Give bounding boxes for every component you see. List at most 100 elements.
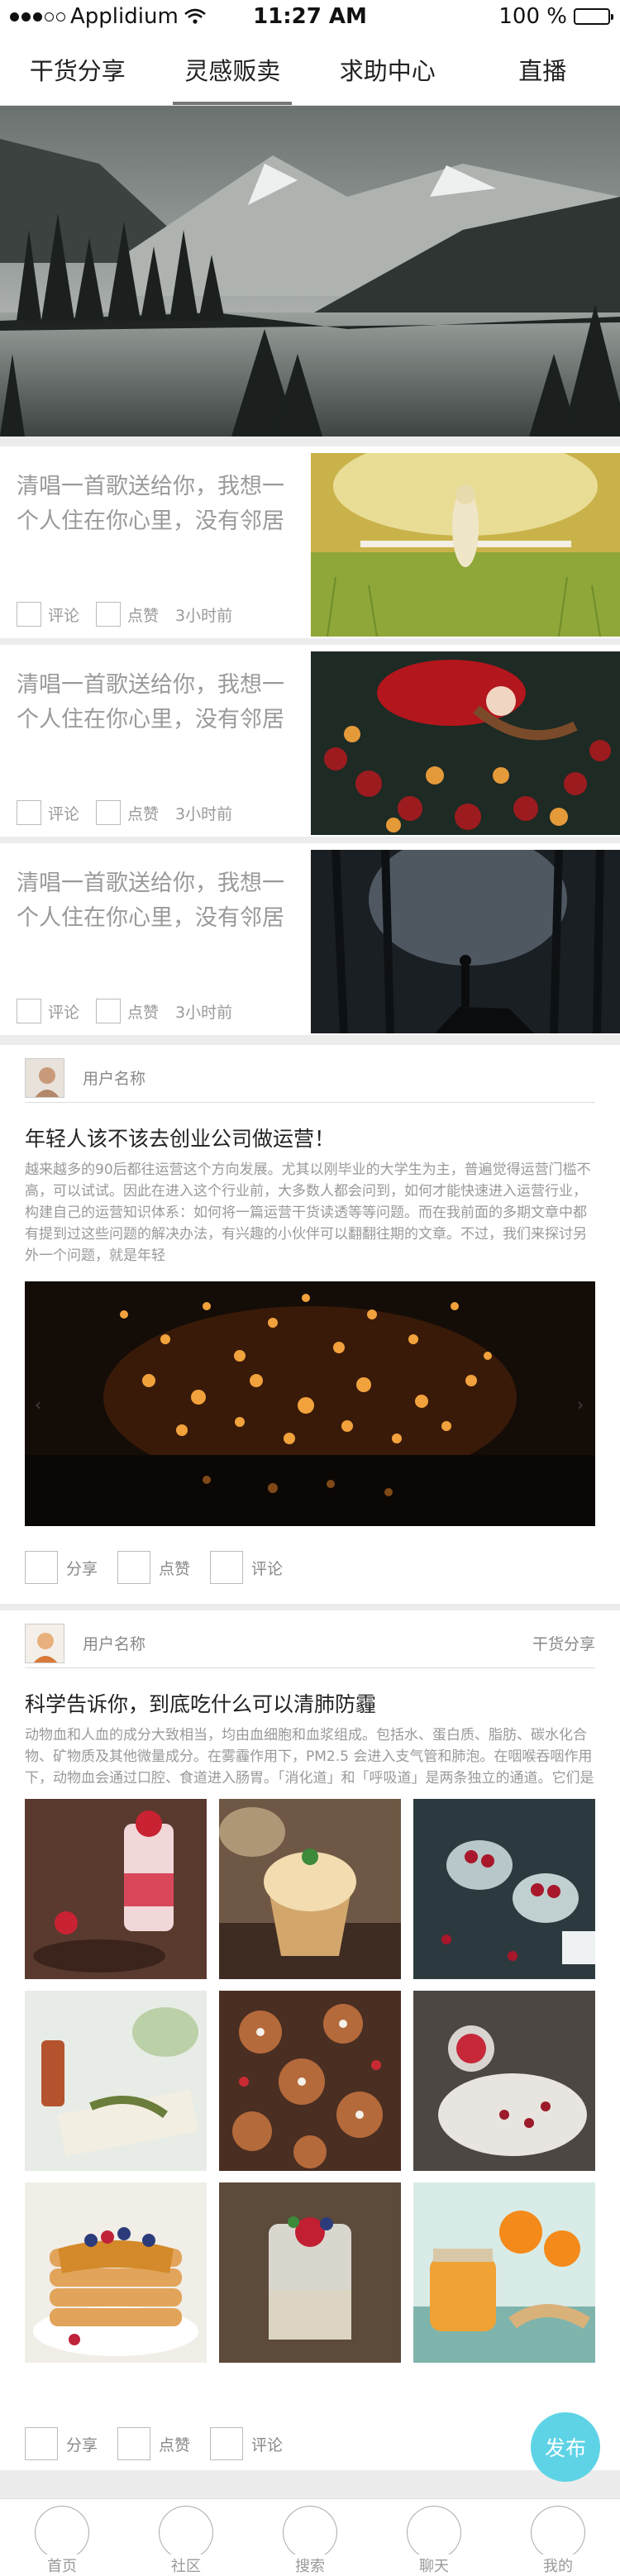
woman-with-roses-photo[interactable] (311, 651, 620, 835)
username[interactable]: 用户名称 (83, 1066, 595, 1089)
article-meta: 评论 点赞 3小时前 (17, 800, 232, 825)
avatar[interactable] (25, 1057, 64, 1098)
svg-text:‹: ‹ (35, 1395, 41, 1414)
post-title[interactable]: 年轻人该不该去创业公司做运营！ (25, 1123, 335, 1152)
nav-item-search[interactable]: 搜索 (248, 2499, 372, 2576)
post-title[interactable]: 科学告诉你，到底吃什么可以清肺防霾 (25, 1688, 376, 1718)
article-meta: 评论 点赞 3小时前 (17, 999, 232, 1023)
profile-icon (531, 2506, 585, 2559)
share-button[interactable]: 分享 (25, 2427, 98, 2460)
battery-icon (574, 8, 613, 25)
status-bar: Applidium 11:27 AM 100 % (0, 0, 620, 33)
post-body: 动物血和人血的成分大致相当，均由血细胞和血浆组成。包括水、蛋白质、脂肪、碳水化合… (25, 1727, 594, 1787)
nav-label: 搜索 (292, 2555, 328, 2576)
image-gallery (25, 1799, 595, 2363)
like-label: 点赞 (127, 1003, 160, 1022)
comment-label: 评论 (251, 1559, 284, 1578)
like-button[interactable]: 点赞 (117, 2427, 190, 2460)
cupcake-photo[interactable] (219, 1799, 401, 1979)
man-in-misty-forest-photo[interactable] (311, 850, 620, 1033)
home-icon (35, 2506, 89, 2559)
chat-icon (407, 2506, 461, 2559)
comment-label: 评论 (48, 1003, 80, 1022)
comment-label: 评论 (48, 804, 80, 823)
like-checkbox-icon (117, 2427, 151, 2460)
nav-label: 聊天 (416, 2555, 452, 2576)
nav-label: 社区 (168, 2555, 204, 2576)
community-icon (159, 2506, 213, 2559)
comment-checkbox-icon[interactable] (17, 602, 41, 627)
comment-checkbox-icon[interactable] (17, 800, 41, 825)
chia-pudding-photo[interactable] (219, 2182, 401, 2363)
post-header: 用户名称 (25, 1057, 595, 1103)
berry-pancakes-photo[interactable] (25, 2182, 207, 2363)
book-and-bottle-photo[interactable] (25, 1991, 207, 2171)
comment-label: 评论 (48, 606, 80, 625)
nav-item-chat[interactable]: 聊天 (372, 2499, 496, 2576)
article-text: 清唱一首歌送给你，我想一个人住在你心里，没有邻居 (17, 672, 284, 732)
share-button[interactable]: 分享 (25, 1551, 98, 1584)
like-checkbox-icon[interactable] (96, 800, 122, 825)
bottom-nav: 首页 社区 搜索 聊天 我的 (0, 2498, 620, 2576)
publish-button[interactable]: 发布 (531, 2412, 600, 2482)
hero-banner-image[interactable] (0, 106, 620, 436)
category-label[interactable]: 干货分享 (532, 1632, 595, 1654)
tab-live[interactable]: 直播 (465, 33, 620, 105)
article-item[interactable]: 清唱一首歌送给你，我想一个人住在你心里，没有邻居 评论 点赞 3小时前 (0, 645, 620, 837)
carrier-name: Applidium (70, 4, 179, 29)
like-label: 点赞 (159, 1559, 191, 1578)
post-time: 3小时前 (175, 1003, 233, 1022)
nav-label: 首页 (44, 2555, 80, 2576)
post-time: 3小时前 (175, 606, 233, 625)
tab-help-center[interactable]: 求助中心 (310, 33, 465, 105)
nav-label: 我的 (540, 2555, 576, 2576)
signal-icon (10, 12, 65, 21)
orange-jam-photo[interactable] (413, 2182, 595, 2363)
comment-button[interactable]: 评论 (210, 2427, 283, 2460)
like-checkbox-icon (117, 1551, 151, 1584)
share-label: 分享 (66, 1559, 98, 1578)
like-checkbox-icon[interactable] (96, 999, 122, 1023)
nav-item-community[interactable]: 社区 (124, 2499, 248, 2576)
nav-item-home[interactable]: 首页 (0, 2499, 124, 2576)
share-label: 分享 (66, 2435, 98, 2454)
like-label: 点赞 (127, 804, 160, 823)
status-right: 100 % (498, 4, 613, 29)
comment-button[interactable]: 评论 (210, 1551, 283, 1584)
nav-item-profile[interactable]: 我的 (496, 2499, 620, 2576)
share-checkbox-icon (25, 1551, 58, 1584)
battery-percent: 100 % (498, 4, 567, 29)
like-label: 点赞 (159, 2435, 191, 2454)
article-text: 清唱一首歌送给你，我想一个人住在你心里，没有邻居 (17, 474, 284, 534)
like-button[interactable]: 点赞 (117, 1551, 190, 1584)
article-text: 清唱一首歌送给你，我想一个人住在你心里，没有邻居 (17, 871, 284, 931)
post-card[interactable]: 用户名称 年轻人该不该去创业公司做运营！ 越来越多的90后都往运营这个方向发展。… (0, 1045, 620, 1604)
article-item[interactable]: 清唱一首歌送给你，我想一个人住在你心里，没有邻居 评论 点赞 3小时前 (0, 843, 620, 1035)
post-body: 越来越多的90后都往运营这个方向发展。尤其以刚毕业的大学生为主，普遍觉得运营门槛… (25, 1162, 591, 1264)
article-item[interactable]: 清唱一首歌送给你，我想一个人住在你心里，没有邻居 评论 点赞 3小时前 (0, 446, 620, 638)
svg-text:›: › (577, 1395, 584, 1414)
tab-inspiration[interactable]: 灵感贩卖 (155, 33, 311, 105)
share-checkbox-icon (25, 2427, 58, 2460)
comment-checkbox-icon (210, 2427, 244, 2460)
girl-in-field-photo[interactable] (311, 453, 620, 637)
like-label: 点赞 (127, 606, 160, 625)
top-tabs: 干货分享 灵感贩卖 求助中心 直播 (0, 33, 620, 106)
like-checkbox-icon[interactable] (96, 602, 122, 627)
dessert-plate-photo[interactable] (413, 1991, 595, 2171)
avatar[interactable] (25, 1623, 64, 1663)
comment-checkbox-icon (210, 1551, 244, 1584)
strawberry-dessert-photo[interactable] (25, 1799, 207, 1979)
status-left: Applidium (10, 4, 207, 29)
tab-dry-goods[interactable]: 干货分享 (0, 33, 155, 105)
username[interactable]: 用户名称 (83, 1632, 532, 1654)
wifi-icon (184, 8, 206, 24)
berry-cups-photo[interactable] (413, 1799, 595, 1979)
post-card[interactable]: 用户名称 干货分享 科学告诉你，到底吃什么可以清肺防霾 动物血和人血的成分大致相… (0, 1610, 620, 2470)
search-icon (283, 2506, 337, 2559)
comment-checkbox-icon[interactable] (17, 999, 41, 1023)
gingerbread-cookies-photo[interactable] (219, 1991, 401, 2171)
post-actions: 分享 点赞 评论 (25, 2427, 283, 2460)
article-meta: 评论 点赞 3小时前 (17, 602, 232, 627)
sky-lanterns-photo[interactable]: ‹ › (25, 1281, 595, 1526)
